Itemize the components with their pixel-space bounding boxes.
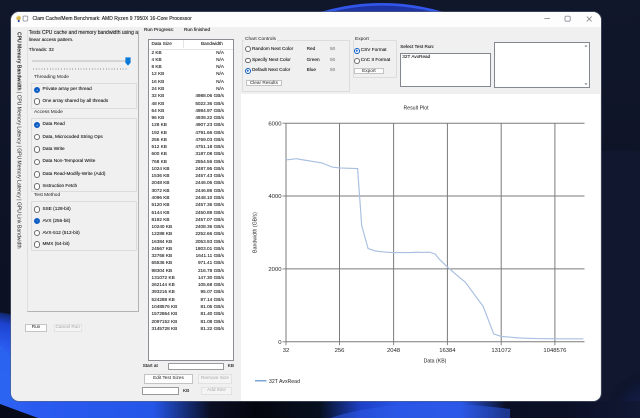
- svg-text:Result Plot: Result Plot: [403, 106, 429, 112]
- svg-text:2000: 2000: [268, 267, 282, 273]
- svg-text:4000: 4000: [268, 194, 282, 200]
- svg-text:32: 32: [283, 348, 290, 354]
- svg-text:6000: 6000: [268, 121, 282, 127]
- svg-text:256: 256: [335, 348, 346, 354]
- svg-text:16384: 16384: [439, 348, 456, 354]
- svg-text:32T AvxRead: 32T AvxRead: [269, 379, 300, 385]
- svg-text:2048: 2048: [387, 348, 401, 354]
- svg-text:Bandwidth (GB/s): Bandwidth (GB/s): [253, 212, 259, 253]
- svg-text:0: 0: [278, 340, 282, 346]
- svg-text:131072: 131072: [491, 348, 511, 354]
- svg-text:1048576: 1048576: [543, 348, 567, 354]
- svg-text:Data (KB): Data (KB): [424, 359, 447, 365]
